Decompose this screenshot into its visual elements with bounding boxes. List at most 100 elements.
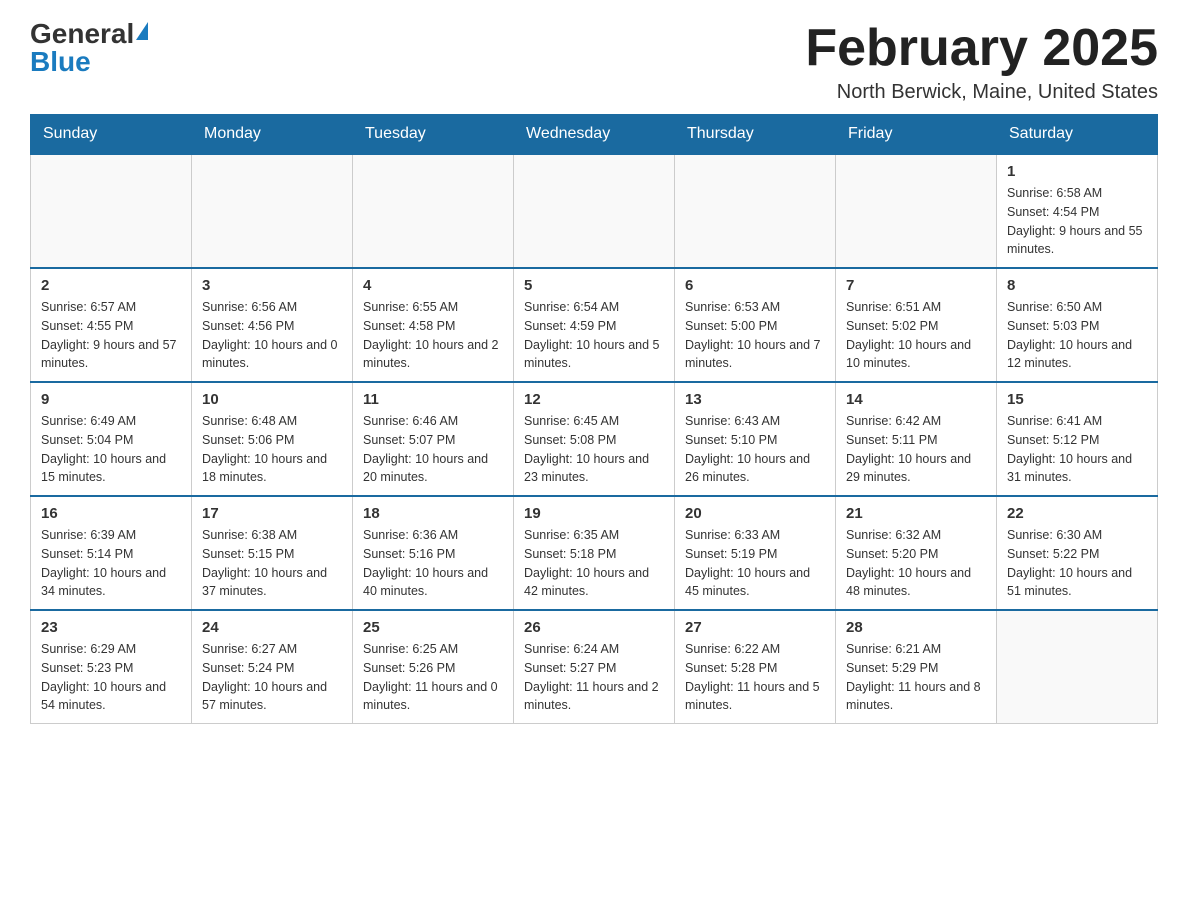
calendar-day-cell: 8 Sunrise: 6:50 AM Sunset: 5:03 PM Daylig… (997, 268, 1158, 382)
calendar-day-cell: 20 Sunrise: 6:33 AM Sunset: 5:19 PM Dayli… (675, 496, 836, 610)
day-number: 13 (685, 391, 825, 408)
calendar-day-cell: 28 Sunrise: 6:21 AM Sunset: 5:29 PM Dayli… (836, 610, 997, 724)
calendar-day-cell: 23 Sunrise: 6:29 AM Sunset: 5:23 PM Dayli… (31, 610, 192, 724)
day-number: 18 (363, 505, 503, 522)
calendar-day-cell: 16 Sunrise: 6:39 AM Sunset: 5:14 PM Dayli… (31, 496, 192, 610)
day-number: 10 (202, 391, 342, 408)
day-number: 9 (41, 391, 181, 408)
day-sun-info: Sunrise: 6:42 AM Sunset: 5:11 PM Dayligh… (846, 412, 986, 487)
calendar-day-cell: 9 Sunrise: 6:49 AM Sunset: 5:04 PM Daylig… (31, 382, 192, 496)
logo-general-text: General (30, 20, 134, 48)
day-number: 26 (524, 619, 664, 636)
day-sun-info: Sunrise: 6:41 AM Sunset: 5:12 PM Dayligh… (1007, 412, 1147, 487)
day-sun-info: Sunrise: 6:46 AM Sunset: 5:07 PM Dayligh… (363, 412, 503, 487)
logo-triangle-icon (136, 22, 148, 40)
day-sun-info: Sunrise: 6:39 AM Sunset: 5:14 PM Dayligh… (41, 526, 181, 601)
day-sun-info: Sunrise: 6:55 AM Sunset: 4:58 PM Dayligh… (363, 298, 503, 373)
day-sun-info: Sunrise: 6:36 AM Sunset: 5:16 PM Dayligh… (363, 526, 503, 601)
day-sun-info: Sunrise: 6:35 AM Sunset: 5:18 PM Dayligh… (524, 526, 664, 601)
day-sun-info: Sunrise: 6:30 AM Sunset: 5:22 PM Dayligh… (1007, 526, 1147, 601)
day-of-week-header: Sunday (31, 115, 192, 155)
calendar-header-row: SundayMondayTuesdayWednesdayThursdayFrid… (31, 115, 1158, 155)
day-sun-info: Sunrise: 6:25 AM Sunset: 5:26 PM Dayligh… (363, 640, 503, 715)
day-number: 3 (202, 277, 342, 294)
day-sun-info: Sunrise: 6:49 AM Sunset: 5:04 PM Dayligh… (41, 412, 181, 487)
calendar-day-cell: 15 Sunrise: 6:41 AM Sunset: 5:12 PM Dayli… (997, 382, 1158, 496)
title-section: February 2025 North Berwick, Maine, Unit… (805, 20, 1158, 104)
day-number: 12 (524, 391, 664, 408)
calendar-week-row: 16 Sunrise: 6:39 AM Sunset: 5:14 PM Dayli… (31, 496, 1158, 610)
day-number: 16 (41, 505, 181, 522)
calendar-day-cell: 13 Sunrise: 6:43 AM Sunset: 5:10 PM Dayli… (675, 382, 836, 496)
calendar-day-cell: 24Sunrise: 6:27 AM Sunset: 5:24 PM Dayli… (192, 610, 353, 724)
day-sun-info: Sunrise: 6:32 AM Sunset: 5:20 PM Dayligh… (846, 526, 986, 601)
calendar-day-cell: 19 Sunrise: 6:35 AM Sunset: 5:18 PM Dayli… (514, 496, 675, 610)
day-of-week-header: Thursday (675, 115, 836, 155)
day-sun-info: Sunrise: 6:43 AM Sunset: 5:10 PM Dayligh… (685, 412, 825, 487)
day-sun-info: Sunrise: 6:50 AM Sunset: 5:03 PM Dayligh… (1007, 298, 1147, 373)
day-number: 15 (1007, 391, 1147, 408)
day-number: 19 (524, 505, 664, 522)
logo-blue-text: Blue (30, 48, 91, 76)
calendar-day-cell: 1 Sunrise: 6:58 AM Sunset: 4:54 PM Daylig… (997, 154, 1158, 268)
day-of-week-header: Monday (192, 115, 353, 155)
calendar-day-cell: 22Sunrise: 6:30 AM Sunset: 5:22 PM Dayli… (997, 496, 1158, 610)
calendar-week-row: 1 Sunrise: 6:58 AM Sunset: 4:54 PM Daylig… (31, 154, 1158, 268)
day-number: 28 (846, 619, 986, 636)
calendar-day-cell: 11 Sunrise: 6:46 AM Sunset: 5:07 PM Dayli… (353, 382, 514, 496)
calendar-day-cell: 10 Sunrise: 6:48 AM Sunset: 5:06 PM Dayli… (192, 382, 353, 496)
calendar-day-cell (997, 610, 1158, 724)
calendar-day-cell: 27 Sunrise: 6:22 AM Sunset: 5:28 PM Dayli… (675, 610, 836, 724)
calendar-day-cell (836, 154, 997, 268)
day-number: 11 (363, 391, 503, 408)
day-of-week-header: Friday (836, 115, 997, 155)
location-subtitle: North Berwick, Maine, United States (805, 81, 1158, 104)
calendar-day-cell: 26 Sunrise: 6:24 AM Sunset: 5:27 PM Dayli… (514, 610, 675, 724)
day-sun-info: Sunrise: 6:48 AM Sunset: 5:06 PM Dayligh… (202, 412, 342, 487)
day-number: 27 (685, 619, 825, 636)
day-number: 14 (846, 391, 986, 408)
day-sun-info: Sunrise: 6:24 AM Sunset: 5:27 PM Dayligh… (524, 640, 664, 715)
calendar-day-cell (514, 154, 675, 268)
day-sun-info: Sunrise: 6:45 AM Sunset: 5:08 PM Dayligh… (524, 412, 664, 487)
day-sun-info: Sunrise: 6:38 AM Sunset: 5:15 PM Dayligh… (202, 526, 342, 601)
day-number: 2 (41, 277, 181, 294)
day-number: 8 (1007, 277, 1147, 294)
day-number: 23 (41, 619, 181, 636)
day-of-week-header: Wednesday (514, 115, 675, 155)
calendar-day-cell: 4 Sunrise: 6:55 AM Sunset: 4:58 PM Daylig… (353, 268, 514, 382)
calendar-week-row: 2 Sunrise: 6:57 AM Sunset: 4:55 PM Daylig… (31, 268, 1158, 382)
calendar-day-cell: 17 Sunrise: 6:38 AM Sunset: 5:15 PM Dayli… (192, 496, 353, 610)
day-sun-info: Sunrise: 6:58 AM Sunset: 4:54 PM Dayligh… (1007, 184, 1147, 259)
day-sun-info: Sunrise: 6:53 AM Sunset: 5:00 PM Dayligh… (685, 298, 825, 373)
day-number: 1 (1007, 163, 1147, 180)
day-number: 4 (363, 277, 503, 294)
day-sun-info: Sunrise: 6:33 AM Sunset: 5:19 PM Dayligh… (685, 526, 825, 601)
day-sun-info: Sunrise: 6:21 AM Sunset: 5:29 PM Dayligh… (846, 640, 986, 715)
logo: General Blue (30, 20, 148, 76)
day-number: 24 (202, 619, 342, 636)
calendar-day-cell: 25 Sunrise: 6:25 AM Sunset: 5:26 PM Dayli… (353, 610, 514, 724)
month-title: February 2025 (805, 20, 1158, 77)
day-number: 21 (846, 505, 986, 522)
day-sun-info: Sunrise: 6:29 AM Sunset: 5:23 PM Dayligh… (41, 640, 181, 715)
calendar-day-cell: 3Sunrise: 6:56 AM Sunset: 4:56 PM Daylig… (192, 268, 353, 382)
day-number: 5 (524, 277, 664, 294)
day-of-week-header: Tuesday (353, 115, 514, 155)
calendar-day-cell: 6Sunrise: 6:53 AM Sunset: 5:00 PM Daylig… (675, 268, 836, 382)
day-sun-info: Sunrise: 6:57 AM Sunset: 4:55 PM Dayligh… (41, 298, 181, 373)
calendar-day-cell (675, 154, 836, 268)
calendar-week-row: 9 Sunrise: 6:49 AM Sunset: 5:04 PM Daylig… (31, 382, 1158, 496)
calendar-day-cell: 2 Sunrise: 6:57 AM Sunset: 4:55 PM Daylig… (31, 268, 192, 382)
calendar-day-cell: 5Sunrise: 6:54 AM Sunset: 4:59 PM Daylig… (514, 268, 675, 382)
day-number: 17 (202, 505, 342, 522)
calendar-day-cell: 14 Sunrise: 6:42 AM Sunset: 5:11 PM Dayli… (836, 382, 997, 496)
day-sun-info: Sunrise: 6:51 AM Sunset: 5:02 PM Dayligh… (846, 298, 986, 373)
day-sun-info: Sunrise: 6:22 AM Sunset: 5:28 PM Dayligh… (685, 640, 825, 715)
page-header: General Blue February 2025 North Berwick… (30, 20, 1158, 104)
calendar-day-cell: 7Sunrise: 6:51 AM Sunset: 5:02 PM Daylig… (836, 268, 997, 382)
calendar-table: SundayMondayTuesdayWednesdayThursdayFrid… (30, 114, 1158, 724)
day-number: 25 (363, 619, 503, 636)
day-number: 20 (685, 505, 825, 522)
calendar-day-cell: 18 Sunrise: 6:36 AM Sunset: 5:16 PM Dayli… (353, 496, 514, 610)
